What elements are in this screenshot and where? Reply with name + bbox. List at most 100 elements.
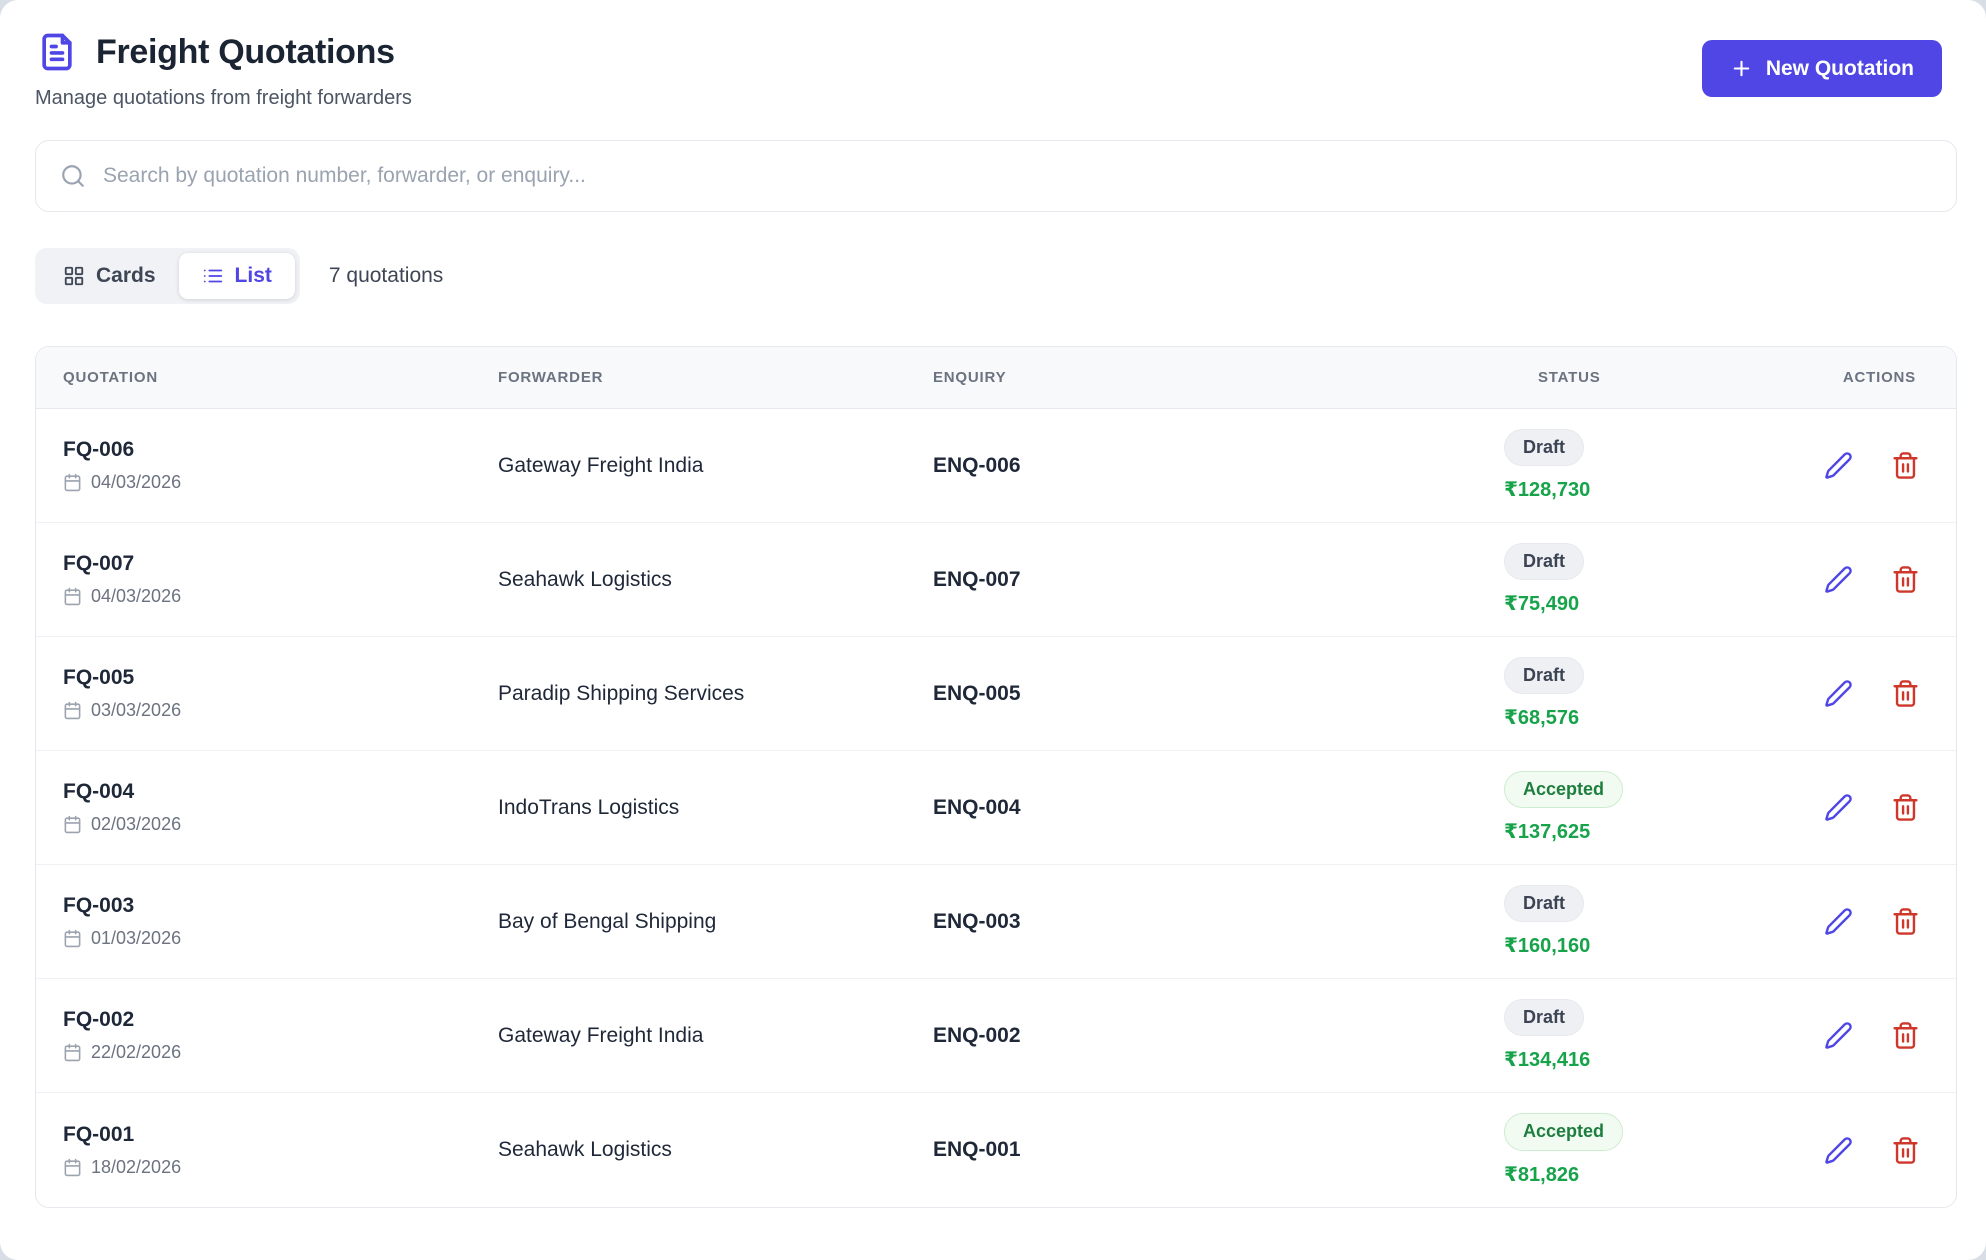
forwarder-name: IndoTrans Logistics bbox=[498, 796, 933, 820]
quotation-cell: FQ-001 18/02/2026 bbox=[63, 1123, 498, 1178]
table-row: FQ-006 04/03/2026 Gateway Freight India … bbox=[36, 409, 1956, 523]
list-view-label: List bbox=[235, 264, 272, 288]
list-view-button[interactable]: List bbox=[179, 253, 295, 299]
trash-icon bbox=[1891, 565, 1920, 594]
quotation-number: FQ-005 bbox=[63, 666, 498, 690]
quotation-number: FQ-003 bbox=[63, 894, 498, 918]
delete-button[interactable] bbox=[1891, 679, 1920, 708]
enquiry-number: ENQ-006 bbox=[933, 454, 1504, 478]
cards-view-button[interactable]: Cards bbox=[40, 253, 179, 299]
quotations-table: QUOTATION FORWARDER ENQUIRY STATUS ACTIO… bbox=[35, 346, 1957, 1208]
table-row: FQ-007 04/03/2026 Seahawk Logistics ENQ-… bbox=[36, 523, 1956, 637]
calendar-icon bbox=[63, 1158, 82, 1177]
trash-icon bbox=[1891, 1136, 1920, 1165]
quotation-number: FQ-001 bbox=[63, 1123, 498, 1147]
forwarder-name: Bay of Bengal Shipping bbox=[498, 910, 933, 934]
pencil-icon bbox=[1824, 451, 1853, 480]
grid-icon bbox=[63, 265, 85, 287]
search-bar bbox=[35, 140, 1957, 212]
new-quotation-label: New Quotation bbox=[1766, 57, 1914, 81]
actions-cell bbox=[1824, 1136, 1920, 1165]
delete-button[interactable] bbox=[1891, 793, 1920, 822]
pencil-icon bbox=[1824, 907, 1853, 936]
quotation-number: FQ-004 bbox=[63, 780, 498, 804]
enquiry-number: ENQ-004 bbox=[933, 796, 1504, 820]
quotation-cell: FQ-006 04/03/2026 bbox=[63, 438, 498, 493]
status-cell: Draft ₹75,490 bbox=[1504, 543, 1824, 617]
column-header-enquiry: ENQUIRY bbox=[933, 369, 1504, 386]
table-row: FQ-005 03/03/2026 Paradip Shipping Servi… bbox=[36, 637, 1956, 751]
pencil-icon bbox=[1824, 565, 1853, 594]
status-cell: Draft ₹68,576 bbox=[1504, 657, 1824, 731]
search-input[interactable] bbox=[103, 164, 1932, 188]
edit-button[interactable] bbox=[1824, 679, 1853, 708]
edit-button[interactable] bbox=[1824, 793, 1853, 822]
column-header-actions: ACTIONS bbox=[1824, 369, 1916, 386]
actions-cell bbox=[1824, 1021, 1920, 1050]
calendar-icon bbox=[63, 815, 82, 834]
table-row: FQ-001 18/02/2026 Seahawk Logistics ENQ-… bbox=[36, 1093, 1956, 1207]
actions-cell bbox=[1824, 793, 1920, 822]
enquiry-number: ENQ-007 bbox=[933, 568, 1504, 592]
quotation-amount: ₹134,416 bbox=[1504, 1047, 1824, 1072]
trash-icon bbox=[1891, 1021, 1920, 1050]
status-cell: Accepted ₹137,625 bbox=[1504, 771, 1824, 845]
forwarder-name: Paradip Shipping Services bbox=[498, 682, 933, 706]
quotation-date: 04/03/2026 bbox=[91, 472, 181, 493]
delete-button[interactable] bbox=[1891, 451, 1920, 480]
toolbar: Cards List 7 quotations bbox=[35, 248, 1986, 304]
calendar-icon bbox=[63, 1043, 82, 1062]
header-left: Freight Quotations Manage quotations fro… bbox=[35, 30, 412, 110]
forwarder-name: Seahawk Logistics bbox=[498, 1138, 933, 1162]
delete-button[interactable] bbox=[1891, 1136, 1920, 1165]
quotation-cell: FQ-004 02/03/2026 bbox=[63, 780, 498, 835]
actions-cell bbox=[1824, 565, 1920, 594]
delete-button[interactable] bbox=[1891, 907, 1920, 936]
page-header: Freight Quotations Manage quotations fro… bbox=[0, 0, 1986, 110]
table-row: FQ-004 02/03/2026 IndoTrans Logistics EN… bbox=[36, 751, 1956, 865]
column-header-forwarder: FORWARDER bbox=[498, 369, 933, 386]
column-header-status: STATUS bbox=[1504, 369, 1824, 386]
status-cell: Accepted ₹81,826 bbox=[1504, 1113, 1824, 1187]
quotation-date: 18/02/2026 bbox=[91, 1157, 181, 1178]
quotation-amount: ₹137,625 bbox=[1504, 819, 1824, 844]
page-title: Freight Quotations bbox=[96, 33, 395, 72]
quotation-cell: FQ-003 01/03/2026 bbox=[63, 894, 498, 949]
trash-icon bbox=[1891, 793, 1920, 822]
status-badge: Draft bbox=[1504, 657, 1584, 695]
calendar-icon bbox=[63, 701, 82, 720]
view-toggle: Cards List bbox=[35, 248, 300, 304]
edit-button[interactable] bbox=[1824, 1021, 1853, 1050]
actions-cell bbox=[1824, 907, 1920, 936]
delete-button[interactable] bbox=[1891, 565, 1920, 594]
quotation-amount: ₹160,160 bbox=[1504, 933, 1824, 958]
enquiry-number: ENQ-002 bbox=[933, 1024, 1504, 1048]
edit-button[interactable] bbox=[1824, 1136, 1853, 1165]
table-header: QUOTATION FORWARDER ENQUIRY STATUS ACTIO… bbox=[36, 347, 1956, 409]
forwarder-name: Gateway Freight India bbox=[498, 454, 933, 478]
freight-quotations-page: Freight Quotations Manage quotations fro… bbox=[0, 0, 1986, 1260]
forwarder-name: Gateway Freight India bbox=[498, 1024, 933, 1048]
status-badge: Accepted bbox=[1504, 1113, 1623, 1151]
quotation-number: FQ-007 bbox=[63, 552, 498, 576]
edit-button[interactable] bbox=[1824, 565, 1853, 594]
page-subtitle: Manage quotations from freight forwarder… bbox=[35, 87, 412, 110]
status-cell: Draft ₹160,160 bbox=[1504, 885, 1824, 959]
pencil-icon bbox=[1824, 1021, 1853, 1050]
edit-button[interactable] bbox=[1824, 907, 1853, 936]
search-icon bbox=[60, 163, 86, 189]
trash-icon bbox=[1891, 907, 1920, 936]
quotation-cell: FQ-007 04/03/2026 bbox=[63, 552, 498, 607]
status-badge: Draft bbox=[1504, 543, 1584, 581]
status-cell: Draft ₹128,730 bbox=[1504, 429, 1824, 503]
edit-button[interactable] bbox=[1824, 451, 1853, 480]
quotation-amount: ₹75,490 bbox=[1504, 591, 1824, 616]
trash-icon bbox=[1891, 679, 1920, 708]
table-row: FQ-002 22/02/2026 Gateway Freight India … bbox=[36, 979, 1956, 1093]
table-body: FQ-006 04/03/2026 Gateway Freight India … bbox=[36, 409, 1956, 1207]
pencil-icon bbox=[1824, 1136, 1853, 1165]
status-badge: Draft bbox=[1504, 429, 1584, 467]
delete-button[interactable] bbox=[1891, 1021, 1920, 1050]
new-quotation-button[interactable]: New Quotation bbox=[1702, 40, 1942, 97]
quotation-cell: FQ-005 03/03/2026 bbox=[63, 666, 498, 721]
